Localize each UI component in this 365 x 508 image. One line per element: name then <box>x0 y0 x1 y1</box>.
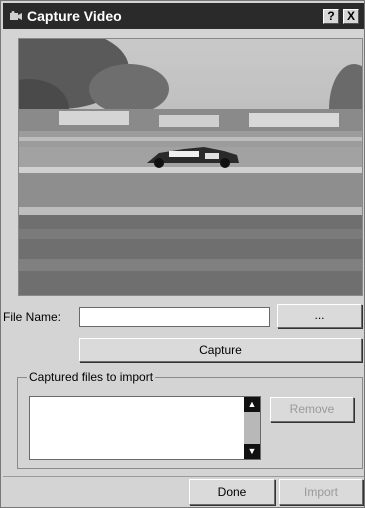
video-camera-icon <box>10 11 22 20</box>
footer-divider <box>3 476 364 477</box>
import-button[interactable]: Import <box>279 479 363 505</box>
capture-button[interactable]: Capture <box>79 338 362 362</box>
file-name-label: File Name: <box>3 310 62 324</box>
video-preview <box>18 38 363 296</box>
captured-files-list[interactable] <box>29 396 261 460</box>
done-button[interactable]: Done <box>189 479 275 505</box>
scroll-up-arrow-icon[interactable]: ▲ <box>244 397 260 412</box>
captured-files-group-title: Captured files to import <box>27 370 156 384</box>
scroll-down-arrow-icon[interactable]: ▼ <box>244 444 260 459</box>
window-title: Capture Video <box>27 8 122 24</box>
capture-video-dialog: Capture Video ? X File Name: ... Capture… <box>0 0 365 508</box>
video-frame-image <box>19 39 362 295</box>
remove-button[interactable]: Remove <box>270 397 354 422</box>
help-button[interactable]: ? <box>323 9 339 24</box>
browse-button[interactable]: ... <box>277 304 362 328</box>
file-name-input[interactable] <box>79 307 270 327</box>
captured-files-scrollbar[interactable]: ▲ ▼ <box>244 397 260 459</box>
title-bar[interactable]: Capture Video ? X <box>3 3 364 29</box>
close-button[interactable]: X <box>343 9 359 24</box>
